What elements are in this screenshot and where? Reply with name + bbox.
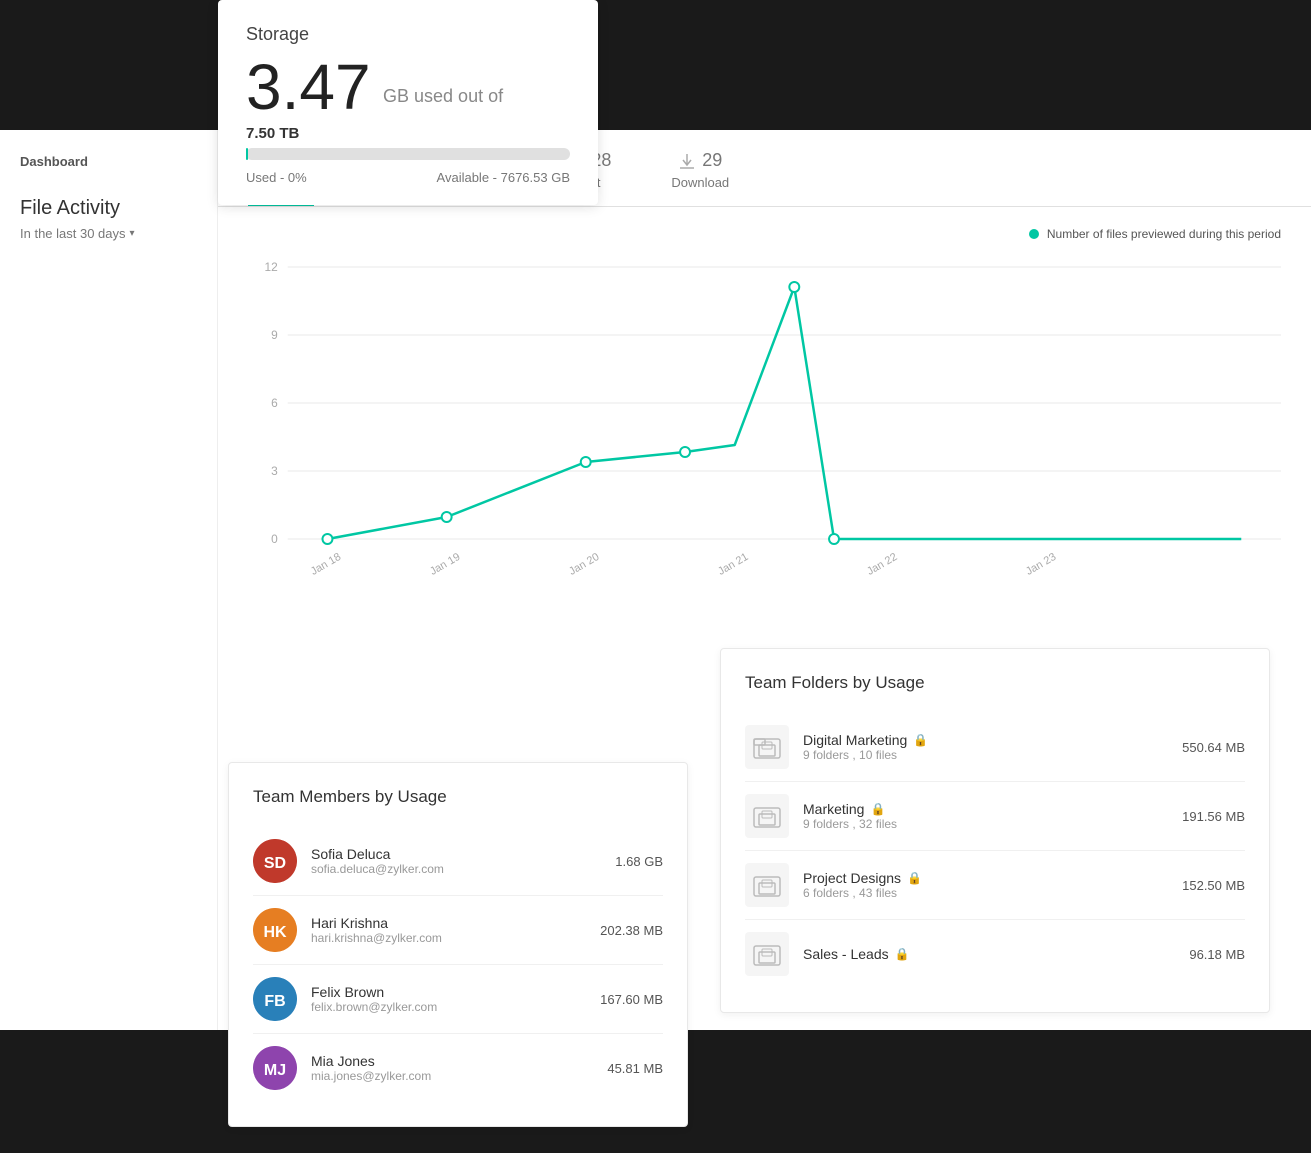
svg-text:0: 0 xyxy=(271,532,278,546)
folder-icon xyxy=(745,932,789,976)
folder-item: Marketing 🔒 9 folders , 32 files 191.56 … xyxy=(745,782,1245,851)
folder-name: Project Designs 🔒 xyxy=(803,870,1182,886)
svg-text:MJ: MJ xyxy=(264,1062,286,1079)
folder-name: Marketing 🔒 xyxy=(803,801,1182,817)
storage-gb-value: 3.47 xyxy=(246,55,371,119)
subtitle-text: In the last 30 days xyxy=(20,226,126,241)
folder-item: Project Designs 🔒 6 folders , 43 files 1… xyxy=(745,851,1245,920)
team-folders-title: Team Folders by Usage xyxy=(745,673,1245,693)
member-name: Hari Krishna xyxy=(311,915,600,931)
member-email: hari.krishna@zylker.com xyxy=(311,931,600,945)
folder-meta: 9 folders , 10 files xyxy=(803,748,1182,762)
file-activity-title: File Activity xyxy=(20,197,197,220)
member-item: MJ Mia Jones mia.jones@zylker.com 45.81 … xyxy=(253,1034,663,1102)
avatar-sofia: SD xyxy=(253,839,297,883)
folder-size: 152.50 MB xyxy=(1182,878,1245,893)
folder-meta: 9 folders , 32 files xyxy=(803,817,1182,831)
folder-icon xyxy=(745,725,789,769)
dashboard-label: Dashboard xyxy=(0,146,217,177)
download-label: Download xyxy=(671,175,729,190)
member-usage: 167.60 MB xyxy=(600,992,663,1007)
svg-text:9: 9 xyxy=(271,328,278,342)
storage-tb: 7.50 TB xyxy=(246,125,570,142)
lock-icon: 🔒 xyxy=(870,802,885,816)
member-usage: 1.68 GB xyxy=(615,854,663,869)
member-email: sofia.deluca@zylker.com xyxy=(311,862,615,876)
folder-icon xyxy=(745,794,789,838)
chart-legend: Number of files previewed during this pe… xyxy=(248,227,1281,241)
storage-bar-fill xyxy=(246,148,248,160)
storage-bar xyxy=(246,148,570,160)
file-activity-subtitle[interactable]: In the last 30 days ▾ xyxy=(20,226,197,241)
storage-title: Storage xyxy=(246,24,570,45)
lock-icon: 🔒 xyxy=(907,871,922,885)
member-email: mia.jones@zylker.com xyxy=(311,1069,607,1083)
svg-text:Jan 20: Jan 20 xyxy=(567,551,601,578)
avatar-felix: FB xyxy=(253,977,297,1021)
folder-size: 550.64 MB xyxy=(1182,740,1245,755)
member-name: Mia Jones xyxy=(311,1053,607,1069)
folder-item: Digital Marketing 🔒 9 folders , 10 files… xyxy=(745,713,1245,782)
team-folders-section: Team Folders by Usage Digital Marketing … xyxy=(720,648,1270,1013)
member-item: HK Hari Krishna hari.krishna@zylker.com … xyxy=(253,896,663,965)
storage-available-label: Available - 7676.53 GB xyxy=(437,170,570,185)
storage-unit: GB used out of xyxy=(383,86,503,119)
folder-meta: 6 folders , 43 files xyxy=(803,886,1182,900)
svg-text:12: 12 xyxy=(265,260,279,274)
folder-info: Marketing 🔒 9 folders , 32 files xyxy=(803,801,1182,831)
member-item: FB Felix Brown felix.brown@zylker.com 16… xyxy=(253,965,663,1034)
chart-container: 12 9 6 3 0 Jan 18 Jan xyxy=(248,257,1281,617)
download-count: 29 xyxy=(702,150,722,171)
member-info: Hari Krishna hari.krishna@zylker.com xyxy=(311,915,600,945)
svg-text:HK: HK xyxy=(263,924,287,941)
file-activity-section: File Activity In the last 30 days ▾ xyxy=(0,177,217,251)
download-icon: 29 xyxy=(678,150,722,171)
storage-meta: Used - 0% Available - 7676.53 GB xyxy=(246,170,570,185)
member-info: Sofia Deluca sofia.deluca@zylker.com xyxy=(311,846,615,876)
legend-dot xyxy=(1029,229,1039,239)
svg-text:FB: FB xyxy=(264,993,285,1010)
svg-text:3: 3 xyxy=(271,464,278,478)
chart-area: Number of files previewed during this pe… xyxy=(218,207,1311,637)
avatar-hari: HK xyxy=(253,908,297,952)
folder-size: 96.18 MB xyxy=(1189,947,1245,962)
folder-name: Digital Marketing 🔒 xyxy=(803,732,1182,748)
folder-icon xyxy=(745,863,789,907)
folder-info: Sales - Leads 🔒 xyxy=(803,946,1189,962)
team-members-title: Team Members by Usage xyxy=(253,787,663,807)
member-info: Mia Jones mia.jones@zylker.com xyxy=(311,1053,607,1083)
member-usage: 202.38 MB xyxy=(600,923,663,938)
svg-text:Jan 21: Jan 21 xyxy=(716,551,750,578)
folder-info: Digital Marketing 🔒 9 folders , 10 files xyxy=(803,732,1182,762)
legend-text: Number of files previewed during this pe… xyxy=(1047,227,1281,241)
lock-icon: 🔒 xyxy=(895,947,910,961)
member-info: Felix Brown felix.brown@zylker.com xyxy=(311,984,600,1014)
tab-download[interactable]: 29 Download xyxy=(661,130,739,206)
avatar-mia: MJ xyxy=(253,1046,297,1090)
svg-text:6: 6 xyxy=(271,396,278,410)
svg-text:Jan 19: Jan 19 xyxy=(428,551,462,578)
svg-text:SD: SD xyxy=(264,855,286,872)
member-item: SD Sofia Deluca sofia.deluca@zylker.com … xyxy=(253,827,663,896)
member-name: Sofia Deluca xyxy=(311,846,615,862)
svg-text:Jan 23: Jan 23 xyxy=(1024,551,1058,578)
lock-icon: 🔒 xyxy=(913,733,928,747)
member-name: Felix Brown xyxy=(311,984,600,1000)
chevron-down-icon: ▾ xyxy=(130,228,135,239)
svg-text:Jan 22: Jan 22 xyxy=(865,551,899,578)
member-usage: 45.81 MB xyxy=(607,1061,663,1076)
storage-card: Storage 3.47 GB used out of 7.50 TB Used… xyxy=(218,0,598,205)
svg-text:Jan 18: Jan 18 xyxy=(309,551,343,578)
folder-size: 191.56 MB xyxy=(1182,809,1245,824)
folder-info: Project Designs 🔒 6 folders , 43 files xyxy=(803,870,1182,900)
team-members-section: Team Members by Usage SD Sofia Deluca so… xyxy=(228,762,688,1127)
sidebar: Dashboard File Activity In the last 30 d… xyxy=(0,130,218,1030)
storage-used-label: Used - 0% xyxy=(246,170,307,185)
member-email: felix.brown@zylker.com xyxy=(311,1000,600,1014)
folder-item: Sales - Leads 🔒 96.18 MB xyxy=(745,920,1245,988)
folder-name: Sales - Leads 🔒 xyxy=(803,946,1189,962)
